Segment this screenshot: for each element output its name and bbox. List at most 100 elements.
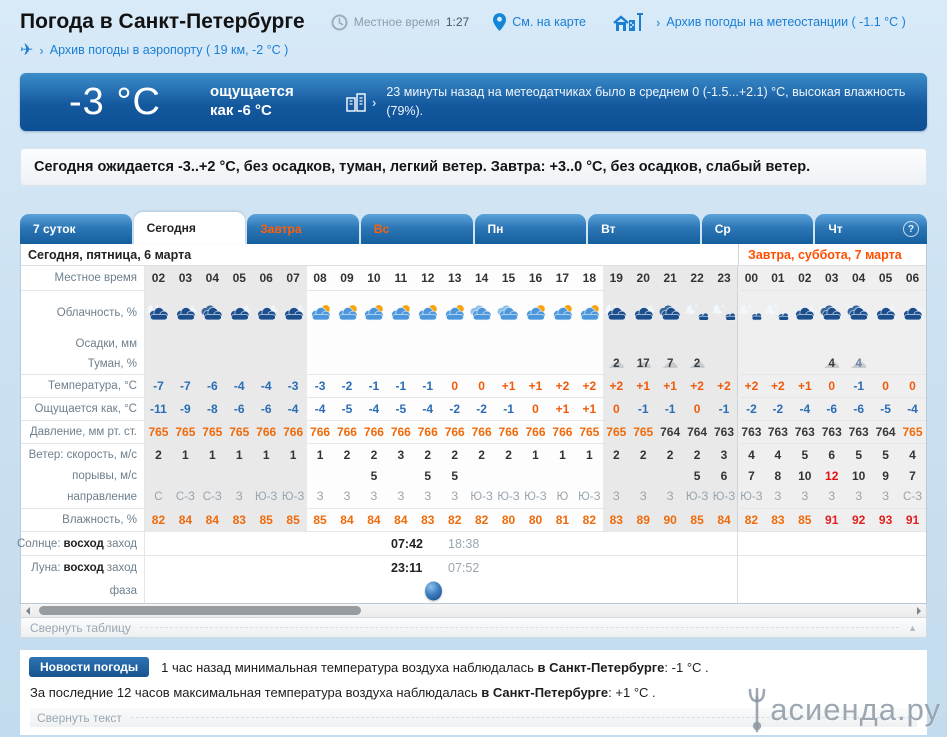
- pressure-cell: 766: [468, 421, 496, 443]
- help-icon[interactable]: ?: [903, 221, 919, 237]
- weather-station-icon: [613, 13, 644, 31]
- hour-cell: 08: [306, 266, 334, 290]
- precip-cell: [171, 335, 199, 353]
- row-cloudiness: Облачность, %: [21, 291, 926, 335]
- row-label: Температура, °C: [21, 375, 145, 397]
- wind-gust-cell: 5: [683, 465, 711, 486]
- clock-icon: [331, 14, 348, 30]
- hour-cell: 18: [575, 266, 603, 290]
- temperature-cell: -1: [360, 375, 388, 397]
- fog-cell: ☁ 4: [818, 353, 846, 374]
- humidity-cell: 84: [333, 509, 361, 531]
- hour-cell: 01: [764, 266, 792, 290]
- feels-like-cell: -2: [441, 398, 469, 420]
- tab-today[interactable]: Сегодня: [133, 212, 246, 244]
- feels-like-cell: -4: [279, 398, 307, 420]
- horizontal-scrollbar[interactable]: [20, 604, 927, 618]
- fog-cell: [575, 353, 603, 374]
- wind-dir-cell: З: [818, 486, 846, 508]
- precip-cell: [683, 335, 711, 353]
- feels-like-cell: -11: [145, 398, 172, 420]
- tab-monday[interactable]: Пн: [474, 214, 587, 244]
- precip-cell: [441, 335, 469, 353]
- feels-like-cell: -4: [306, 398, 334, 420]
- hour-cell: 19: [602, 266, 630, 290]
- day-divider: [737, 556, 739, 579]
- wind-speed-cell: 2: [602, 444, 630, 465]
- wind-speed-cell: 2: [656, 444, 684, 465]
- sunrise-time: 07:42: [391, 536, 423, 551]
- wind-dir-cell: З: [845, 486, 873, 508]
- cloudiness-icon: [252, 291, 280, 335]
- current-weather-banner: -3 °C ощущается как -6 °C › 23 минуты на…: [20, 73, 927, 131]
- wind-gust-cell: 6: [710, 465, 738, 486]
- cloudiness-icon: [333, 291, 361, 335]
- collapse-table-bar[interactable]: Свернуть таблицу ▲: [20, 618, 927, 638]
- humidity-cell: 82: [441, 509, 469, 531]
- feels-like-cell: 0: [522, 398, 549, 420]
- feels-like-cell: -6: [252, 398, 280, 420]
- wind-speed-cell: 2: [683, 444, 711, 465]
- humidity-cell: 91: [818, 509, 846, 531]
- wind-gust-cell: [145, 465, 172, 486]
- fog-cell: [252, 353, 280, 374]
- map-link[interactable]: См. на карте: [512, 15, 586, 29]
- wind-speed-cell: 2: [360, 444, 388, 465]
- tab-7days[interactable]: 7 суток: [20, 214, 132, 244]
- cloudiness-icon: [387, 291, 415, 335]
- cloudiness-icon: [522, 291, 549, 335]
- row-pressure: Давление, мм рт. ст. 765 765 765 765 766 766 7…: [21, 421, 926, 444]
- moon-phase-icon: [424, 581, 442, 601]
- cloudiness-icon: [872, 291, 900, 335]
- hour-cell: 11: [387, 266, 415, 290]
- cloudiness-icon: [279, 291, 307, 335]
- collapse-text-bar[interactable]: Свернуть текст: [30, 708, 917, 727]
- tab-tuesday[interactable]: Вт: [588, 214, 700, 244]
- airport-archive-link[interactable]: Архив погоды в аэропорту ( 19 км, -2 °C …: [50, 43, 289, 57]
- hour-cell: 17: [548, 266, 576, 290]
- scrollbar-thumb[interactable]: [39, 606, 361, 615]
- airplane-icon: ✈: [20, 42, 34, 59]
- tab-wednesday[interactable]: Ср: [701, 214, 814, 244]
- wind-gust-cell: [548, 465, 576, 486]
- tab-tomorrow[interactable]: Завтра: [247, 214, 359, 244]
- feels-like-cell: -1: [656, 398, 684, 420]
- humidity-cell: 82: [468, 509, 496, 531]
- wind-dir-cell: Ю: [548, 486, 576, 508]
- wind-speed-cell: 1: [575, 444, 603, 465]
- precip-cell: [899, 335, 926, 353]
- fog-cell: [279, 353, 307, 374]
- fog-cell: ☁ 7: [656, 353, 684, 374]
- cloudiness-icon: [414, 291, 442, 335]
- row-label: Ощущается как, °C: [21, 398, 145, 420]
- humidity-cell: 82: [145, 509, 172, 531]
- divider: [139, 627, 900, 628]
- tab-sunday[interactable]: Вс: [360, 214, 473, 244]
- temperature-cell: 0: [441, 375, 469, 397]
- wind-dir-cell: Ю-З: [279, 486, 307, 508]
- sunset-time: 18:38: [448, 536, 480, 551]
- row-local-time: Местное время 02 03 04 05 06 07 08 09 10 11 12 13 14…: [21, 266, 926, 291]
- wind-dir-cell: З: [656, 486, 684, 508]
- wind-speed-cell: 1: [522, 444, 549, 465]
- station-archive-link[interactable]: Архив погоды на метеостанции ( -1.1 °C ): [666, 15, 905, 29]
- wind-dir-cell: З: [333, 486, 361, 508]
- wind-gust-cell: 10: [845, 465, 873, 486]
- tab-thursday[interactable]: Чт?: [815, 214, 927, 244]
- temperature-cell: -4: [252, 375, 280, 397]
- row-label: Давление, мм рт. ст.: [21, 421, 145, 443]
- cloudiness-icon: [575, 291, 603, 335]
- temperature-cell: +1: [791, 375, 819, 397]
- precip-cell: [710, 335, 738, 353]
- scroll-left-arrow[interactable]: [26, 607, 30, 615]
- scroll-right-arrow[interactable]: [917, 607, 921, 615]
- row-sun: Солнце: восход заход 07:42 18:38: [17, 532, 926, 556]
- wind-gust-cell: 9: [872, 465, 900, 486]
- hour-cell: 12: [414, 266, 442, 290]
- wind-speed-cell: 4: [737, 444, 765, 465]
- chevron-right-icon: ›: [39, 42, 44, 58]
- wind-speed-cell: 5: [872, 444, 900, 465]
- cloudiness-icon: [360, 291, 388, 335]
- fog-cell: [764, 353, 792, 374]
- weather-news-button[interactable]: Новости погоды: [29, 657, 150, 677]
